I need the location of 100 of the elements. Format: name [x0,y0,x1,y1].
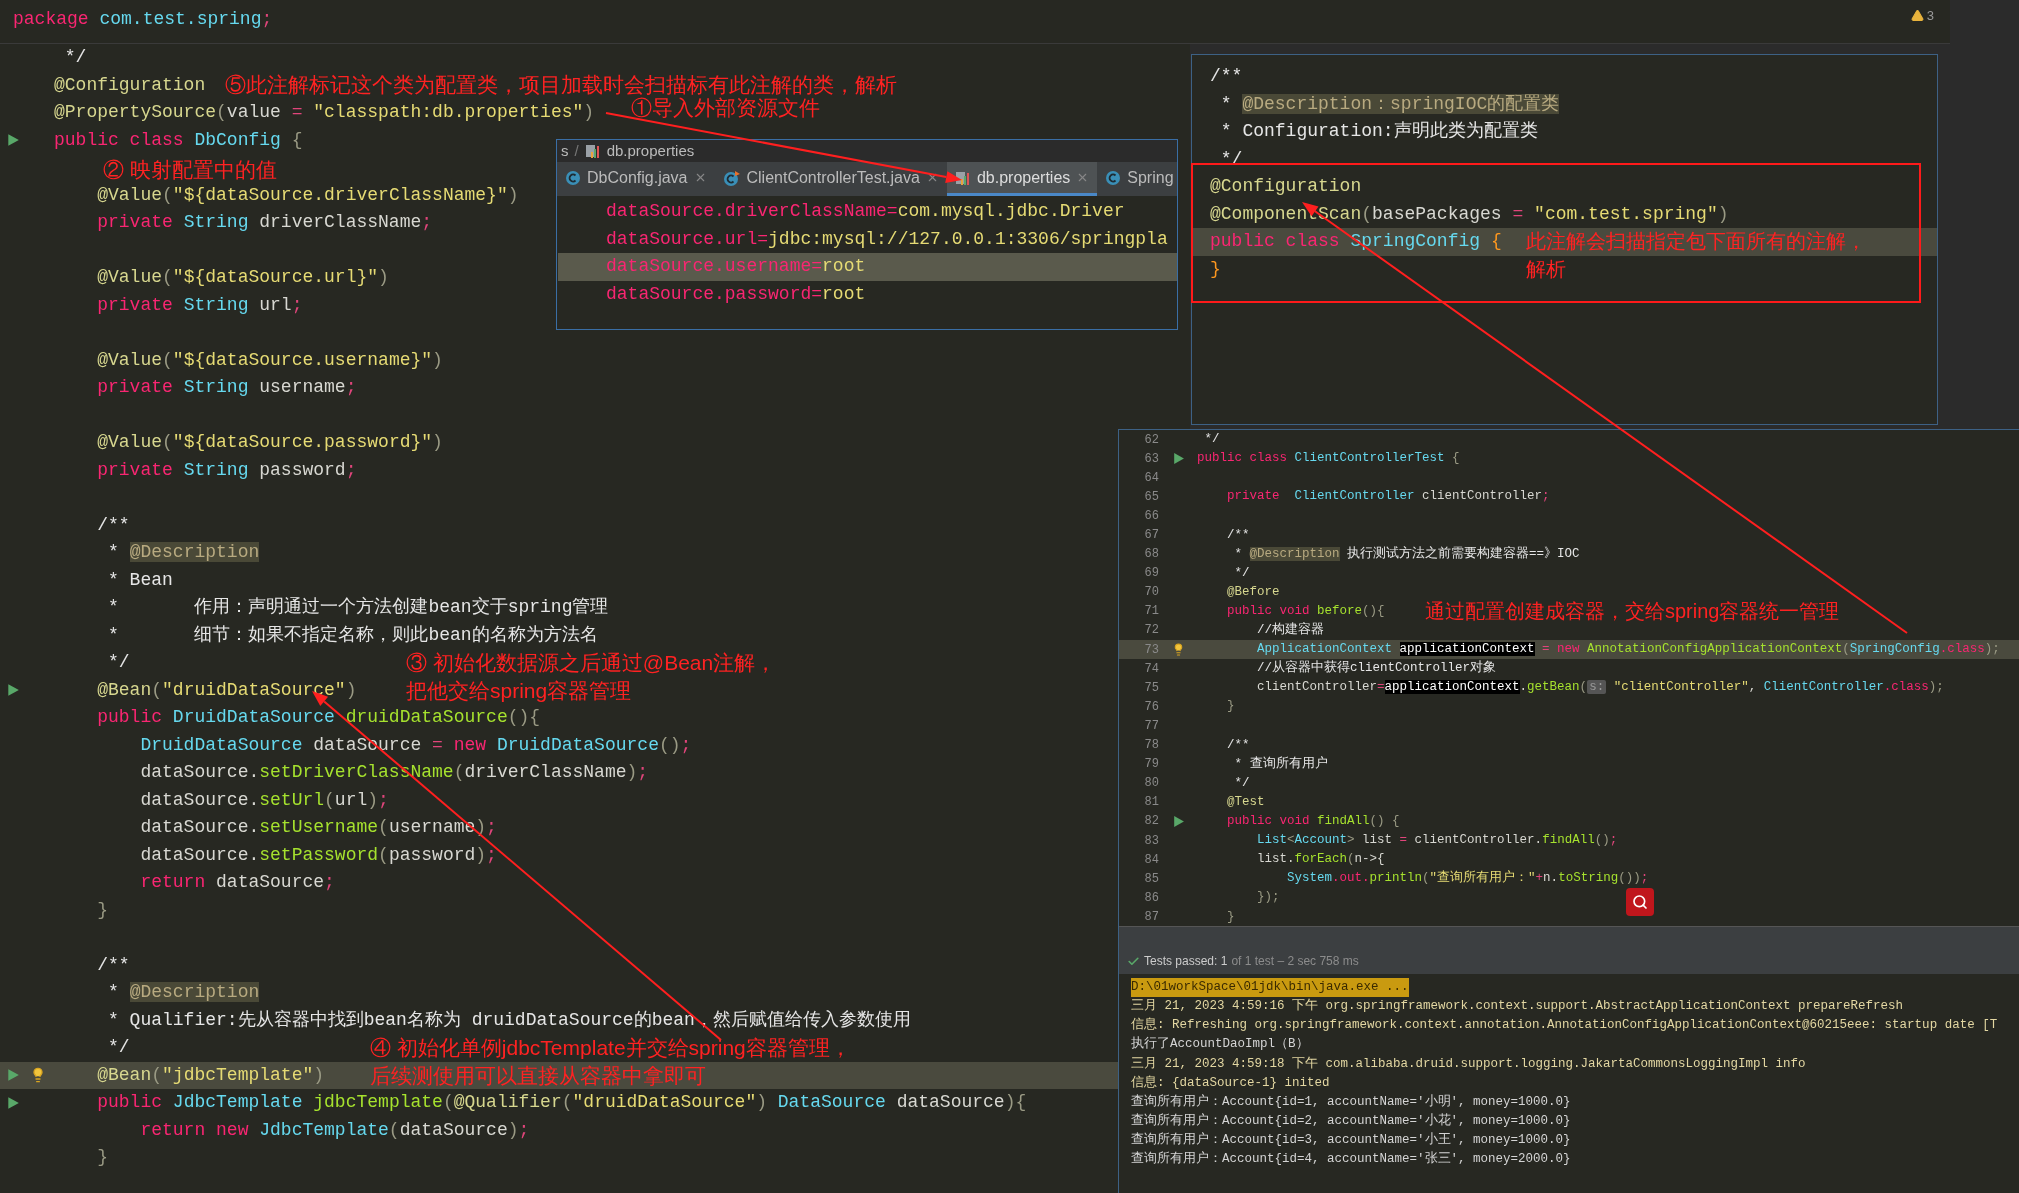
play-icon[interactable] [6,133,20,148]
line-number: 63 [1143,450,1159,468]
file-tab[interactable]: DbConfig.java [557,162,715,196]
breadcrumb-separator: / [574,140,579,161]
code-line: private String username; [96,376,357,400]
breadcrumb-item[interactable]: s [561,140,569,163]
code-line: @Before [1226,583,1280,601]
code-line: /** [1226,526,1250,544]
code-line: @PropertySource(value = "classpath:db.properties") [54,101,595,125]
line-number: 82 [1143,813,1159,831]
line-number: 85 [1143,870,1159,888]
code-line: public DruidDataSource druidDataSource(){ [96,706,541,730]
code-line: * 查询所有用户 [1233,755,1328,773]
file-tab[interactable]: Spring [1097,162,1177,196]
code-line: list.forEach(n->{ [1256,851,1385,869]
code-line: private ClientController clientController; [1226,488,1550,506]
code-line: package com.test.spring; [13,8,273,31]
warning-count: 3 [1926,7,1934,25]
class-file-icon [722,169,741,186]
code-line: dataSource.setUrl(url); [139,788,389,812]
console-line: 查询所有用户：Account{id=2, accountName='小花', money=1000.0} [1131,1112,1571,1130]
code-line: public JdbcTemplate jdbcTemplate(@Qualifier("druidDataSource") DataSource dataSource){ [96,1091,1027,1115]
line-number: 77 [1143,717,1159,735]
code-line: * Bean [107,568,173,592]
warning-icon[interactable] [1910,9,1924,23]
line-number: 67 [1143,527,1159,544]
line-number: 69 [1143,565,1159,583]
annotation-text: ② 映射配置中的值 [103,157,277,183]
line-number: 64 [1143,469,1159,487]
code-line: } [1210,257,1221,281]
test-detail: of 1 test – 2 sec 758 ms [1231,953,1359,970]
play-icon[interactable] [1171,814,1185,828]
console-line: 执行了AccountDaoImpl（B） [1131,1035,1309,1054]
bar-chart-icon [584,143,601,159]
file-tab[interactable]: ClientControllerTest.java [714,162,947,196]
code-line: dataSource.driverClassName=com.mysql.jdbc.Driver [606,200,1125,224]
line-number: 87 [1143,908,1159,926]
line-number: 78 [1143,737,1159,755]
code-line: * @Description 执行测试方法之前需要构建容器==》IOC [1233,545,1580,563]
line-number: 68 [1143,546,1159,564]
code-line: } [96,1146,108,1170]
code-line: @Value("${dataSource.url}") [96,266,389,290]
code-line: ApplicationContext applicationContext = new AnnotationConfigApplicationContext(SpringConfig.class); [1256,641,2000,659]
code-line: private String password; [96,458,357,482]
code-line: //构建容器 [1256,621,1324,640]
console-line: 三月 21, 2023 4:59:16 下午 org.springframework.context.support.AbstractApplicationContext prepareRefresh [1131,997,1904,1016]
annotation-text: ④ 初始化单例jdbcTemplate并交给spring容器管理， 后续测使用可以直接从容器中拿即可 [370,1035,851,1089]
line-number: 70 [1143,584,1159,602]
play-icon[interactable] [6,1068,20,1083]
code-line: */ [63,46,87,70]
line-number: 72 [1143,622,1159,640]
line-number: 84 [1143,851,1159,869]
annotation-text: ①导入外部资源文件 [631,95,820,121]
play-icon[interactable] [6,683,20,698]
play-icon[interactable] [6,1095,20,1110]
code-line: @Test [1226,793,1265,811]
code-line: dataSource.password=root [606,282,866,306]
breadcrumb-item[interactable]: db.properties [606,140,695,163]
code-line: //从容器中获得clientController对象 [1256,659,1497,678]
line-number: 75 [1143,679,1159,697]
code-line: /** [96,953,130,977]
console-line: 信息: Refreshing org.springframework.context.annotation.AnnotationConfigApplicationContext@60215eee: startup date [T [1131,1016,1998,1035]
code-line: dataSource.url=jdbc:mysql://127.0.0.1:3306/springpla [606,227,1168,251]
lightbulb-icon[interactable] [30,1067,46,1084]
line-number: 65 [1143,488,1159,506]
annotation-text: 此注解会扫描指定包下面所有的注解， 解析 [1526,229,1866,282]
annotation-text: ③ 初始化数据源之后通过@Bean注解， 把他交给spring容器管理 [406,650,777,704]
code-line: System.out.println("查询所有用户："+n.toString()); [1286,869,1649,888]
line-number: 86 [1143,889,1159,907]
code-line: } [96,898,108,922]
test-summary: Tests passed: 1 [1144,953,1228,970]
code-line: private String url; [96,293,303,317]
code-line: * @Description [107,981,260,1005]
code-line: /** [96,513,130,537]
code-line: @Value("${dataSource.driverClassName}") [96,183,519,207]
search-button[interactable] [1626,888,1654,916]
line-number: 76 [1143,698,1159,716]
code-line: */ [107,1036,130,1060]
play-icon[interactable] [1171,452,1185,466]
code-line: public void findAll() { [1226,813,1400,831]
code-line: */ [1219,147,1243,171]
line-number: 74 [1143,660,1159,678]
code-line: */ [1233,774,1250,792]
code-line: public void before(){ [1226,603,1385,620]
code-line: clientController=applicationContext.getBean( s: "clientController", ClientController.class); [1256,679,1944,697]
code-line: List<Account> list = clientController.findAll(); [1256,832,1618,850]
code-line: }); [1256,889,1280,907]
code-line: @Value("${dataSource.password}") [96,431,443,455]
code-line: @Bean("druidDataSource") [96,678,357,702]
search-icon [1632,894,1648,910]
code-line: private String driverClassName; [96,211,433,235]
console-line: 信息: {dataSource-1} inited [1131,1074,1330,1092]
file-tab[interactable]: db.properties [946,162,1098,196]
code-line: * @Description [107,541,260,565]
code-line: * 细节：如果不指定名称，则此bean的名称为方法名 [107,623,598,647]
console-line: 三月 21, 2023 4:59:18 下午 com.alibaba.druid.support.logging.JakartaCommonsLoggingImpl info [1131,1055,1806,1073]
code-line: @Configuration [54,73,206,97]
class-file-icon [565,169,581,186]
code-line: return new JdbcTemplate(dataSource); [139,1118,530,1142]
console-line: 查询所有用户：Account{id=1, accountName='小明', money=1000.0} [1131,1093,1571,1111]
